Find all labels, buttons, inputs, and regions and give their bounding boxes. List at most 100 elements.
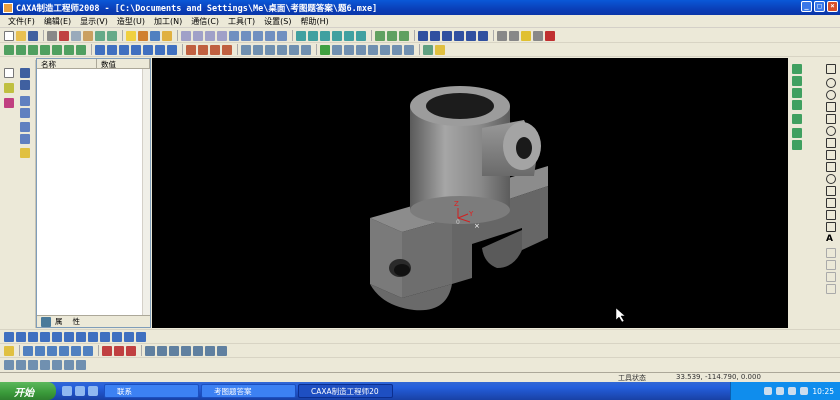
sweep-icon[interactable] (28, 44, 38, 55)
material-icon[interactable] (521, 30, 531, 41)
surface-tool-icon[interactable] (344, 44, 354, 55)
zoom-in-icon[interactable] (430, 30, 440, 41)
curve-edit-icon[interactable] (59, 345, 69, 356)
surface-edit-icon[interactable] (28, 360, 38, 370)
hidden-line-icon[interactable] (253, 30, 263, 41)
wireframe-icon[interactable] (241, 30, 251, 41)
surface-tool-icon[interactable] (289, 44, 299, 55)
boolean-icon[interactable] (198, 44, 208, 55)
surface-edit-icon[interactable] (64, 360, 74, 370)
maximize-button[interactable]: □ (814, 1, 825, 12)
sketch-icon[interactable] (20, 122, 30, 132)
circle-icon[interactable] (826, 90, 836, 100)
rib-icon[interactable] (143, 44, 153, 55)
surface-tool-icon[interactable] (332, 44, 342, 55)
edit-tool-icon[interactable] (40, 331, 50, 342)
explorer-icon[interactable] (75, 386, 85, 396)
shell-icon[interactable] (119, 44, 129, 55)
revolve-icon[interactable] (16, 44, 26, 55)
extend-icon[interactable] (826, 222, 836, 232)
rotate-icon[interactable] (466, 30, 476, 41)
view-iso-icon[interactable] (217, 30, 227, 41)
chamfer-icon[interactable] (107, 44, 117, 55)
right-tool-icon[interactable] (792, 64, 802, 74)
right-tool-icon[interactable] (792, 114, 802, 124)
close-button[interactable]: × (827, 1, 838, 12)
surface-edit-icon[interactable] (16, 360, 26, 370)
3d-viewport[interactable]: Z Y 0 × (152, 58, 788, 328)
cut-revolve-icon[interactable] (64, 44, 74, 55)
break-icon[interactable] (826, 210, 836, 220)
menu-machining[interactable]: 加工(N) (154, 16, 182, 27)
green-square-icon[interactable] (320, 44, 330, 55)
minimize-button[interactable]: _ (801, 1, 812, 12)
column-name[interactable]: 名称 (37, 59, 97, 69)
shade-icon[interactable] (229, 30, 239, 41)
light-icon[interactable] (126, 30, 136, 41)
spline-icon[interactable] (826, 138, 836, 148)
menu-view[interactable]: 显示(V) (80, 16, 108, 27)
cut-extrude-icon[interactable] (52, 44, 62, 55)
surface-tool-icon[interactable] (241, 44, 251, 55)
tool-icon[interactable] (423, 44, 433, 55)
transform-icon[interactable] (217, 345, 227, 356)
surface-tool-icon[interactable] (301, 44, 311, 55)
loft-icon[interactable] (40, 44, 50, 55)
feature-icon[interactable] (344, 30, 354, 41)
mirror-icon[interactable] (167, 44, 177, 55)
trim-icon[interactable] (826, 174, 836, 184)
surface-edit-icon[interactable] (40, 360, 50, 370)
copy-icon[interactable] (71, 30, 81, 41)
right-tool-icon[interactable] (792, 140, 802, 150)
right-tool-icon[interactable] (792, 76, 802, 86)
curve-edit-icon[interactable] (71, 345, 81, 356)
color-icon[interactable] (138, 30, 148, 41)
menu-tools[interactable]: 工具(T) (228, 16, 255, 27)
edit-tool-icon[interactable] (76, 331, 86, 342)
transform-icon[interactable] (205, 345, 215, 356)
display-icon[interactable] (509, 30, 519, 41)
surface-edit-icon[interactable] (52, 360, 62, 370)
curve-edit-icon[interactable] (102, 345, 112, 356)
view-front-icon[interactable] (181, 30, 191, 41)
ellipse-icon[interactable] (826, 126, 836, 136)
curve-edit-icon[interactable] (126, 345, 136, 356)
view-left-icon[interactable] (205, 30, 215, 41)
window-icon[interactable] (418, 30, 428, 41)
surface-edit-icon[interactable] (76, 360, 86, 370)
tree-icon[interactable] (20, 68, 30, 78)
curve-edit-icon[interactable] (114, 345, 124, 356)
menu-file[interactable]: 文件(F) (8, 16, 35, 27)
undo-icon[interactable] (95, 30, 105, 41)
palette-icon[interactable] (4, 98, 14, 108)
curve-icon[interactable] (399, 30, 409, 41)
boolean-icon[interactable] (186, 44, 196, 55)
part-model[interactable]: Z Y 0 × (152, 58, 788, 328)
transform-icon[interactable] (193, 345, 203, 356)
point-icon[interactable] (826, 150, 836, 160)
polygon-icon[interactable] (826, 114, 836, 124)
edit-tool-icon[interactable] (28, 331, 38, 342)
curve-edit-icon[interactable] (35, 345, 45, 356)
media-icon[interactable] (88, 386, 98, 396)
edit-tool-icon[interactable] (136, 331, 146, 342)
layer-icon[interactable] (162, 30, 172, 41)
print-icon[interactable] (47, 30, 57, 41)
fillet-curve-icon[interactable] (826, 198, 836, 208)
start-button[interactable]: 开始 (0, 382, 56, 400)
surface-edit-icon[interactable] (4, 360, 14, 370)
display-icon[interactable] (497, 30, 507, 41)
edit-tool-icon[interactable] (16, 331, 26, 342)
task-folder-answers[interactable]: 考图题答案 (201, 384, 296, 398)
volume-icon[interactable] (800, 387, 809, 395)
display-icon[interactable] (533, 30, 543, 41)
tab-property-1[interactable]: 属 (55, 316, 63, 327)
hole-icon[interactable] (76, 44, 86, 55)
pencil-icon[interactable] (545, 30, 555, 41)
rectangle-icon[interactable] (826, 102, 836, 112)
surface-tool-icon[interactable] (392, 44, 402, 55)
sketch-icon[interactable] (20, 96, 30, 106)
surface-tool-icon[interactable] (265, 44, 275, 55)
curve-icon[interactable] (375, 30, 385, 41)
task-caxa[interactable]: CAXA制造工程师20 (298, 384, 393, 398)
